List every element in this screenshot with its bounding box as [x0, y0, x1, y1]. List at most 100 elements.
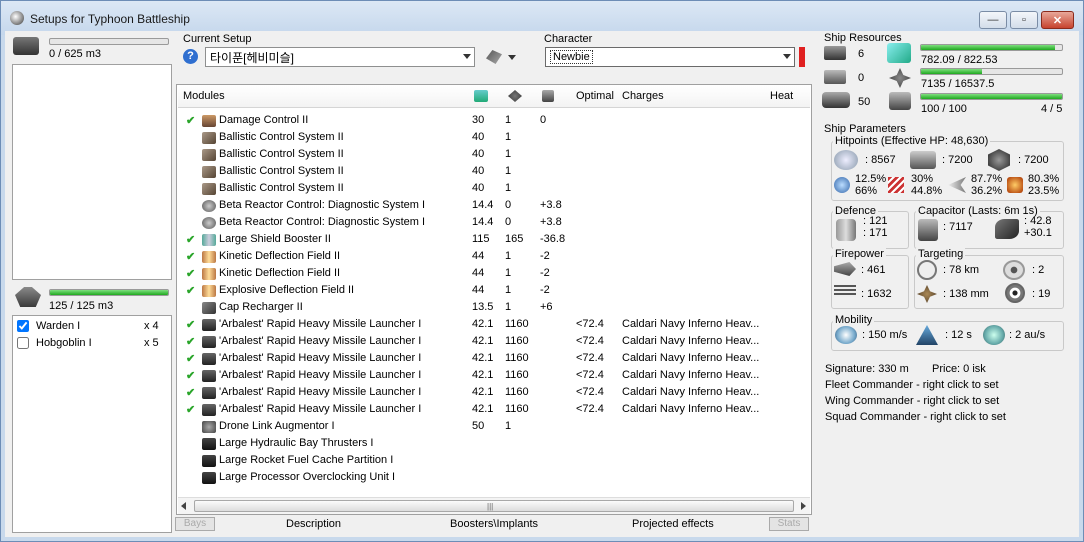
wing-commander-slot[interactable]: Wing Commander - right click to set — [825, 395, 999, 407]
firepower-value-a: : 461 — [861, 264, 886, 276]
table-row[interactable]: ✔ Explosive Deflection Field II 44 1 -2 — [178, 283, 808, 300]
module-cpu: 44 — [472, 267, 485, 279]
drone-bandwidth-text: 125 / 125 m3 — [49, 300, 114, 312]
cargo-list[interactable] — [12, 64, 172, 280]
online-check-icon: ✔ — [186, 319, 196, 331]
list-item[interactable]: Hobgoblin I x 5 — [17, 336, 167, 352]
ship-menu-icon[interactable] — [486, 50, 502, 64]
module-powergrid: 1 — [505, 165, 512, 177]
fleet-commander-slot[interactable]: Fleet Commander - right click to set — [825, 379, 999, 391]
modules-table[interactable]: Modules Optimal Charges Heat ✔ Damage Con… — [176, 84, 812, 515]
module-optimal: <72.4 — [576, 386, 604, 398]
module-name: Large Shield Booster II — [219, 233, 331, 245]
maximize-button[interactable]: ▫ — [1010, 11, 1038, 29]
module-optimal: <72.4 — [576, 318, 604, 330]
table-row[interactable]: Large Processor Overclocking Unit I — [178, 470, 808, 487]
tab-description[interactable]: Description — [286, 518, 341, 530]
online-check-icon: ✔ — [186, 336, 196, 348]
table-row[interactable]: ✔ Large Shield Booster II 115 165 -36.8 — [178, 232, 808, 249]
character-dropdown[interactable]: Newbie — [545, 47, 795, 67]
module-name: 'Arbalest' Rapid Heavy Missile Launcher … — [219, 386, 422, 398]
scroll-right-icon[interactable] — [801, 502, 806, 510]
capacitor-value-b: +30.1 — [1024, 227, 1052, 239]
column-heat[interactable]: Heat — [770, 90, 793, 102]
table-row[interactable]: Drone Link Augmentor I 50 1 — [178, 419, 808, 436]
current-setup-label: Current Setup — [183, 33, 252, 45]
targeting-count: : 2 — [1032, 264, 1045, 276]
online-check-icon: ✔ — [186, 370, 196, 382]
table-row[interactable]: Ballistic Control System II 40 1 — [178, 164, 808, 181]
tab-projected-effects[interactable]: Projected effects — [632, 518, 714, 530]
capacitor-column-icon[interactable] — [542, 90, 554, 102]
ballistic-control-icon — [202, 166, 216, 178]
turret-hardpoints-text: 4 / 5 — [1041, 103, 1063, 115]
table-row[interactable]: Beta Reactor Control: Diagnostic System … — [178, 198, 808, 215]
module-cpu: 30 — [472, 114, 485, 126]
scroll-left-icon[interactable] — [181, 502, 186, 510]
table-row[interactable]: Beta Reactor Control: Diagnostic System … — [178, 215, 808, 232]
stats-button[interactable]: Stats — [769, 517, 809, 531]
table-row[interactable]: Cap Recharger II 13.5 1 +6 — [178, 300, 808, 317]
deflection-field-icon — [202, 268, 216, 280]
table-row[interactable]: ✔ Kinetic Deflection Field II 44 1 -2 — [178, 249, 808, 266]
powergrid-column-icon[interactable] — [508, 90, 522, 102]
table-row[interactable]: Ballistic Control System II 40 1 — [178, 181, 808, 198]
module-capacitor: -2 — [540, 250, 550, 262]
bays-button[interactable]: Bays — [175, 517, 215, 531]
table-row[interactable]: Large Rocket Fuel Cache Partition I — [178, 453, 808, 470]
table-row[interactable]: Large Hydraulic Bay Thrusters I — [178, 436, 808, 453]
horizontal-scrollbar[interactable]: ||| — [178, 497, 810, 514]
table-row[interactable]: ✔ 'Arbalest' Rapid Heavy Missile Launcher… — [178, 368, 808, 385]
module-cpu: 40 — [472, 182, 485, 194]
list-item[interactable]: Warden I x 4 — [17, 319, 167, 335]
table-row[interactable]: Ballistic Control System II 40 1 — [178, 147, 808, 164]
chevron-down-icon[interactable] — [508, 55, 516, 60]
high-slot-icon — [824, 46, 846, 60]
capacitor-recharge-icon — [995, 219, 1019, 239]
structure-hp: : 7200 — [1018, 154, 1049, 166]
close-button[interactable]: ✕ — [1041, 11, 1074, 29]
missile-launcher-icon — [202, 370, 216, 382]
scrollbar-thumb[interactable]: ||| — [194, 500, 794, 512]
armor-resist-a: 30% — [911, 173, 934, 185]
module-powergrid: 1 — [505, 250, 512, 262]
cpu-column-icon[interactable] — [474, 90, 488, 102]
table-row[interactable]: ✔ 'Arbalest' Rapid Heavy Missile Launcher… — [178, 334, 808, 351]
column-charges[interactable]: Charges — [622, 90, 664, 102]
shield-booster-icon — [202, 234, 216, 246]
tab-boosters-implants[interactable]: Boosters\Implants — [450, 518, 538, 530]
module-name: Ballistic Control System II — [219, 148, 344, 160]
module-name: 'Arbalest' Rapid Heavy Missile Launcher … — [219, 352, 422, 364]
armor-resist-b: 44.8% — [911, 185, 943, 197]
module-charges: Caldari Navy Inferno Heav... — [622, 318, 760, 330]
module-name: Large Hydraulic Bay Thrusters I — [219, 437, 374, 449]
module-powergrid: 1 — [505, 301, 512, 313]
module-cpu: 44 — [472, 250, 485, 262]
calibration-icon — [889, 92, 911, 110]
module-cpu: 42.1 — [472, 403, 494, 415]
table-row[interactable]: ✔ 'Arbalest' Rapid Heavy Missile Launcher… — [178, 402, 808, 419]
table-row[interactable]: ✔ Kinetic Deflection Field II 44 1 -2 — [178, 266, 808, 283]
defence-value-a: : 121 — [863, 215, 888, 227]
module-powergrid: 1 — [505, 267, 512, 279]
minimize-button[interactable]: — — [979, 11, 1007, 29]
column-optimal[interactable]: Optimal — [576, 90, 614, 102]
drone-checkbox-hobgoblin[interactable] — [17, 337, 29, 349]
drone-checkbox-warden[interactable] — [17, 320, 29, 332]
calibration-text: 100 / 100 — [921, 103, 967, 115]
table-row[interactable]: ✔ 'Arbalest' Rapid Heavy Missile Launcher… — [178, 351, 808, 368]
setup-dropdown[interactable]: 타이푼[헤비미슬] — [205, 47, 475, 67]
rig-icon — [202, 455, 216, 467]
help-icon[interactable]: ? — [183, 49, 198, 64]
sensor-strength-icon — [1005, 283, 1025, 303]
table-row[interactable]: ✔ Damage Control II 30 1 0 — [178, 113, 808, 130]
table-row[interactable]: ✔ 'Arbalest' Rapid Heavy Missile Launcher… — [178, 317, 808, 334]
table-row[interactable]: ✔ 'Arbalest' Rapid Heavy Missile Launcher… — [178, 385, 808, 402]
table-row[interactable]: Ballistic Control System II 40 1 — [178, 130, 808, 147]
module-powergrid: 1 — [505, 182, 512, 194]
cargo-bar — [49, 38, 169, 45]
module-charges: Caldari Navy Inferno Heav... — [622, 352, 760, 364]
character-value: Newbie — [550, 50, 593, 64]
squad-commander-slot[interactable]: Squad Commander - right click to set — [825, 411, 1006, 423]
column-modules[interactable]: Modules — [183, 90, 225, 102]
